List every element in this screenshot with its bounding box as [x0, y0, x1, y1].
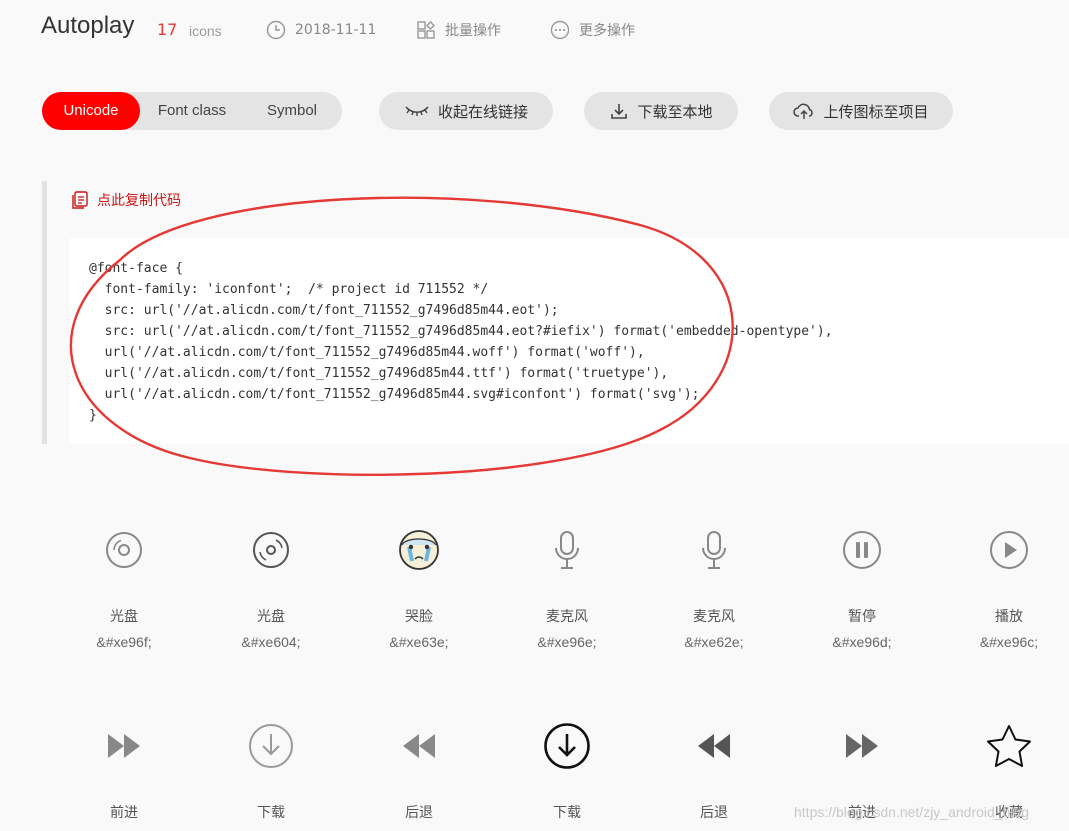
icon-card[interactable]: 下载	[201, 720, 341, 821]
icon-card[interactable]: 麦克风 &#xe62e;	[644, 524, 784, 650]
icon-code: &#xe96e;	[537, 634, 597, 650]
disc-alt-icon	[253, 532, 289, 568]
code-line: }	[89, 408, 97, 423]
fast-forward-alt-icon	[846, 734, 878, 758]
icon-card[interactable]: 播放 &#xe96c;	[939, 524, 1069, 650]
icon-name: 麦克风	[546, 609, 588, 625]
icon-card[interactable]: 后退	[644, 720, 784, 821]
batch-grid-icon	[417, 21, 435, 39]
cloud-upload-icon	[793, 103, 814, 119]
icon-name: 下载	[553, 805, 581, 821]
icon-name: 麦克风	[693, 609, 735, 625]
more-operations-label: 更多操作	[579, 23, 635, 39]
code-line: url('//at.alicdn.com/t/font_711552_g7496…	[89, 366, 669, 381]
icon-card[interactable]: 光盘 &#xe604;	[201, 524, 341, 650]
icon-name: 光盘	[110, 609, 138, 625]
upload-project-button[interactable]: 上传图标至项目	[769, 92, 953, 130]
batch-operation-label: 批量操作	[445, 23, 501, 39]
rewind-alt-icon	[698, 734, 730, 758]
disc-icon	[106, 532, 142, 568]
icon-card[interactable]: 收藏	[939, 720, 1069, 821]
pause-icon	[843, 531, 881, 569]
icon-code: &#xe62e;	[684, 634, 744, 650]
microphone-icon	[555, 531, 579, 569]
crying-face-icon	[399, 530, 439, 570]
tab-unicode[interactable]: Unicode	[42, 92, 140, 130]
watermark: https://blog.csdn.net/zjy_android_blog	[794, 804, 1030, 820]
date-meta: 2018-11-11	[266, 20, 376, 40]
icon-code: &#xe96c;	[979, 634, 1039, 650]
icon-card[interactable]: 后退	[349, 720, 489, 821]
download-circle-icon	[249, 724, 293, 768]
icon-name: 播放	[995, 609, 1023, 625]
rewind-icon	[403, 734, 435, 758]
code-line: src: url('//at.alicdn.com/t/font_711552_…	[89, 303, 559, 318]
page-title: Autoplay	[41, 12, 135, 39]
star-icon	[987, 725, 1031, 767]
more-operations-button[interactable]: 更多操作	[550, 20, 635, 40]
icon-code: &#xe96d;	[832, 634, 892, 650]
closed-eye-icon	[405, 106, 429, 116]
download-circle-bold-icon	[544, 723, 590, 769]
icon-card[interactable]: 暂停 &#xe96d;	[792, 524, 932, 650]
more-dots-icon	[550, 20, 570, 40]
icon-card[interactable]: 麦克风 &#xe96e;	[497, 524, 637, 650]
icon-card[interactable]: 哭脸 &#xe63e;	[349, 524, 489, 650]
icon-card[interactable]: 下载	[497, 720, 637, 821]
collapse-link-label: 收起在线链接	[437, 102, 528, 121]
download-local-button[interactable]: 下载至本地	[584, 92, 738, 130]
microphone-alt-icon	[702, 531, 726, 569]
icon-card[interactable]: 前进	[54, 720, 194, 821]
icon-name: 后退	[700, 805, 728, 821]
code-line: font-family: 'iconfont'; /* project id 7…	[89, 282, 489, 297]
icon-count-unit: icons	[189, 23, 222, 39]
copy-icon	[72, 191, 88, 209]
icon-name: 暂停	[848, 609, 876, 625]
code-line: src: url('//at.alicdn.com/t/font_711552_…	[89, 324, 833, 339]
copy-code-button[interactable]: 点此复制代码	[70, 190, 181, 210]
download-icon	[611, 104, 628, 119]
icon-code: &#xe604;	[241, 634, 301, 650]
upload-project-label: 上传图标至项目	[823, 102, 929, 121]
code-line: url('//at.alicdn.com/t/font_711552_g7496…	[89, 387, 700, 402]
date-text: 2018-11-11	[295, 22, 377, 38]
icon-card[interactable]: 前进	[792, 720, 932, 821]
icon-name: 光盘	[257, 609, 285, 625]
fast-forward-icon	[108, 734, 140, 758]
tab-symbol[interactable]: Symbol	[242, 92, 342, 130]
icon-name: 下载	[257, 805, 285, 821]
batch-operation-button[interactable]: 批量操作	[416, 20, 501, 40]
icon-count: 17	[157, 20, 178, 39]
play-icon	[990, 531, 1028, 569]
icon-code: &#xe96f;	[96, 634, 152, 650]
code-line: @font-face {	[89, 261, 183, 276]
copy-code-label: 点此复制代码	[97, 193, 181, 209]
format-tabs: Unicode Font class Symbol	[42, 92, 342, 130]
tab-font-class[interactable]: Font class	[142, 92, 242, 130]
collapse-link-button[interactable]: 收起在线链接	[379, 92, 553, 130]
icon-code: &#xe63e;	[389, 634, 449, 650]
icon-name: 哭脸	[405, 609, 433, 625]
clock-icon	[266, 20, 286, 40]
font-face-code: @font-face { font-family: 'iconfont'; /*…	[89, 258, 833, 426]
icon-card[interactable]: 光盘 &#xe96f;	[54, 524, 194, 650]
download-local-label: 下载至本地	[637, 102, 713, 121]
icon-name: 前进	[110, 805, 138, 821]
icon-name: 后退	[405, 805, 433, 821]
code-line: url('//at.alicdn.com/t/font_711552_g7496…	[89, 345, 645, 360]
